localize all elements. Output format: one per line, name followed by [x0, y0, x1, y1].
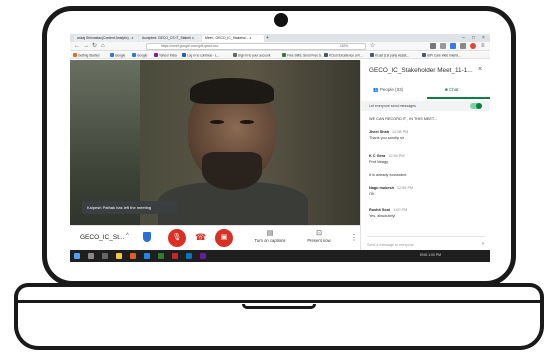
bookmark-item[interactable]: ISPI Care Web Interfa...: [422, 53, 461, 59]
bookmark-item[interactable]: KCust Excellence a R...: [324, 53, 362, 59]
extension-icon[interactable]: [450, 43, 456, 49]
present-icon: ⊡: [316, 230, 322, 237]
bookmark-icon: [73, 53, 77, 57]
bookmarks-bar: Getting Started Google Google Yahoo! Ind…: [70, 52, 490, 59]
active-tab-indicator: [427, 97, 490, 99]
more-options-icon[interactable]: ⋮: [350, 233, 358, 242]
participant-hair: [190, 78, 274, 104]
bookmark-icon: [132, 53, 136, 57]
browser-tab[interactable]: ankaj Shrivastav(Content Analytic) - x: [74, 35, 138, 42]
people-icon: 👥: [373, 87, 380, 92]
app-icon[interactable]: [172, 253, 178, 259]
captions-label: Turn on captions: [254, 238, 286, 243]
bookmark-icon: [422, 53, 426, 57]
bookmark-icon: [370, 53, 374, 57]
library-icon[interactable]: [430, 43, 436, 49]
bookmark-icon: [182, 53, 186, 57]
chat-panel: GECO_IC_Stakeholder Meet_11-1... × 👥 Peo…: [360, 60, 490, 250]
os-taskbar: ENG 1:00 PM: [70, 250, 490, 262]
new-tab-button[interactable]: +: [266, 34, 269, 42]
outlook-icon[interactable]: [144, 253, 150, 259]
browser-tabbar: ankaj Shrivastav(Content Analytic) - x A…: [70, 34, 490, 42]
bookmark-item[interactable]: Yahoo! India: [154, 53, 177, 59]
send-icon[interactable]: ➤: [481, 241, 485, 247]
bookmark-star-icon[interactable]: ☆: [370, 42, 375, 51]
bookmark-item[interactable]: Google: [110, 53, 125, 59]
camera-off-button[interactable]: ▣: [215, 229, 233, 247]
bookmark-icon: [110, 53, 114, 57]
chevron-up-icon[interactable]: ^: [126, 233, 129, 239]
chat-panel-title: GECO_IC_Stakeholder Meet_11-1...: [369, 67, 473, 74]
chat-message: Nagu mukesh 12:59 PM OK: [369, 186, 414, 196]
maximize-icon[interactable]: □: [472, 34, 475, 42]
bookmark-item[interactable]: Google: [132, 53, 147, 59]
forward-icon[interactable]: →: [83, 42, 89, 51]
laptop-screen: ankaj Shrivastav(Content Analytic) - x A…: [70, 34, 490, 262]
bookmark-icon: [233, 53, 237, 57]
shield-icon[interactable]: [143, 232, 151, 242]
system-tray[interactable]: ENG 1:00 PM: [420, 253, 441, 257]
extension-icon[interactable]: [460, 43, 466, 49]
webcam-icon: [274, 13, 288, 27]
bookmark-item[interactable]: Sign in to your account: [233, 53, 270, 59]
present-label: Present now: [307, 238, 331, 243]
allow-messages-row: Let everyone send messages: [361, 101, 490, 111]
bookmark-item[interactable]: Log in to continue - L...: [182, 53, 219, 59]
url-bar[interactable]: https://meet.google.com/gdf-qxwo-uxc: [146, 43, 366, 50]
chat-message: Rushit Soni 1:00 PM Yes, absolutely!: [369, 208, 408, 218]
excel-icon[interactable]: [158, 253, 164, 259]
back-icon[interactable]: ←: [74, 42, 80, 51]
bookmark-item[interactable]: Kcust (1st party Assist...: [370, 53, 409, 59]
chat-message: K C Gera 12:59 PM Prof Neagy,: [369, 154, 405, 164]
chat-message: Jheel Shah 12:58 PM Thank you sandip sir: [369, 130, 409, 140]
bookmark-icon: [282, 53, 286, 57]
left-meeting-toast: Kalpesh Pathak has left the meeting: [82, 201, 177, 214]
participant-beard: [202, 152, 262, 190]
bookmark-item[interactable]: Free SMS, Send Free S...: [282, 53, 324, 59]
participant-eye: [240, 120, 254, 124]
tab-people[interactable]: 👥 People (33): [373, 87, 403, 93]
bookmark-item[interactable]: Getting Started: [73, 53, 99, 59]
start-icon[interactable]: [74, 253, 80, 259]
browser-navbar: ← → ↻ ⌂ https://meet.google.com/gdf-qxwo…: [70, 42, 490, 51]
chat-message: WE CAN RECORD IT , IN THIS MEET...: [369, 117, 437, 121]
laptop-notch: [242, 304, 316, 309]
participant-eye: [210, 120, 224, 124]
firefox-icon[interactable]: [130, 253, 136, 259]
chat-message-input[interactable]: Send a message to everyone: [367, 236, 485, 247]
tab-chat[interactable]: ■ Chat: [445, 87, 458, 92]
app-icon[interactable]: [200, 253, 206, 259]
close-window-icon[interactable]: ×: [482, 34, 485, 42]
sidebar-icon[interactable]: [440, 43, 446, 49]
present-now-button[interactable]: ⊡ Present now: [302, 230, 336, 243]
browser-tab-active[interactable]: Meet - GECO_IC_Stakehol... x: [202, 35, 264, 42]
zoom-level[interactable]: 110%: [340, 44, 348, 48]
chat-message: It is already forwarded: [369, 173, 407, 177]
minimize-icon[interactable]: –: [462, 34, 465, 42]
mic-off-button[interactable]: 🎙: [168, 229, 186, 247]
reload-icon[interactable]: ↻: [92, 42, 97, 51]
close-icon[interactable]: ×: [478, 66, 482, 73]
allow-messages-toggle[interactable]: [470, 103, 482, 109]
home-icon[interactable]: ⌂: [101, 42, 105, 51]
meeting-name[interactable]: GECO_IC_St...: [80, 234, 124, 241]
captions-icon: ▤: [266, 230, 274, 237]
file-explorer-icon[interactable]: [116, 253, 122, 259]
bookmark-icon: [154, 53, 158, 57]
allow-messages-label: Let everyone send messages: [369, 104, 416, 108]
app-icon[interactable]: [186, 253, 192, 259]
bookmark-icon: [324, 53, 328, 57]
hang-up-icon[interactable]: ☎: [195, 233, 206, 242]
captions-button[interactable]: ▤ Turn on captions: [250, 230, 290, 243]
search-icon[interactable]: [88, 253, 94, 259]
menu-icon[interactable]: ≡: [481, 42, 485, 51]
browser-tab[interactable]: Accepted: GECO_CS IT_Stakeh x: [139, 35, 201, 42]
task-view-icon[interactable]: [102, 253, 108, 259]
call-control-bar: GECO_IC_St... ^ 🎙 ☎ ▣ ▤ Turn on captions…: [70, 225, 360, 250]
extension-icon[interactable]: [470, 43, 476, 49]
toggle-knob: [476, 103, 482, 109]
